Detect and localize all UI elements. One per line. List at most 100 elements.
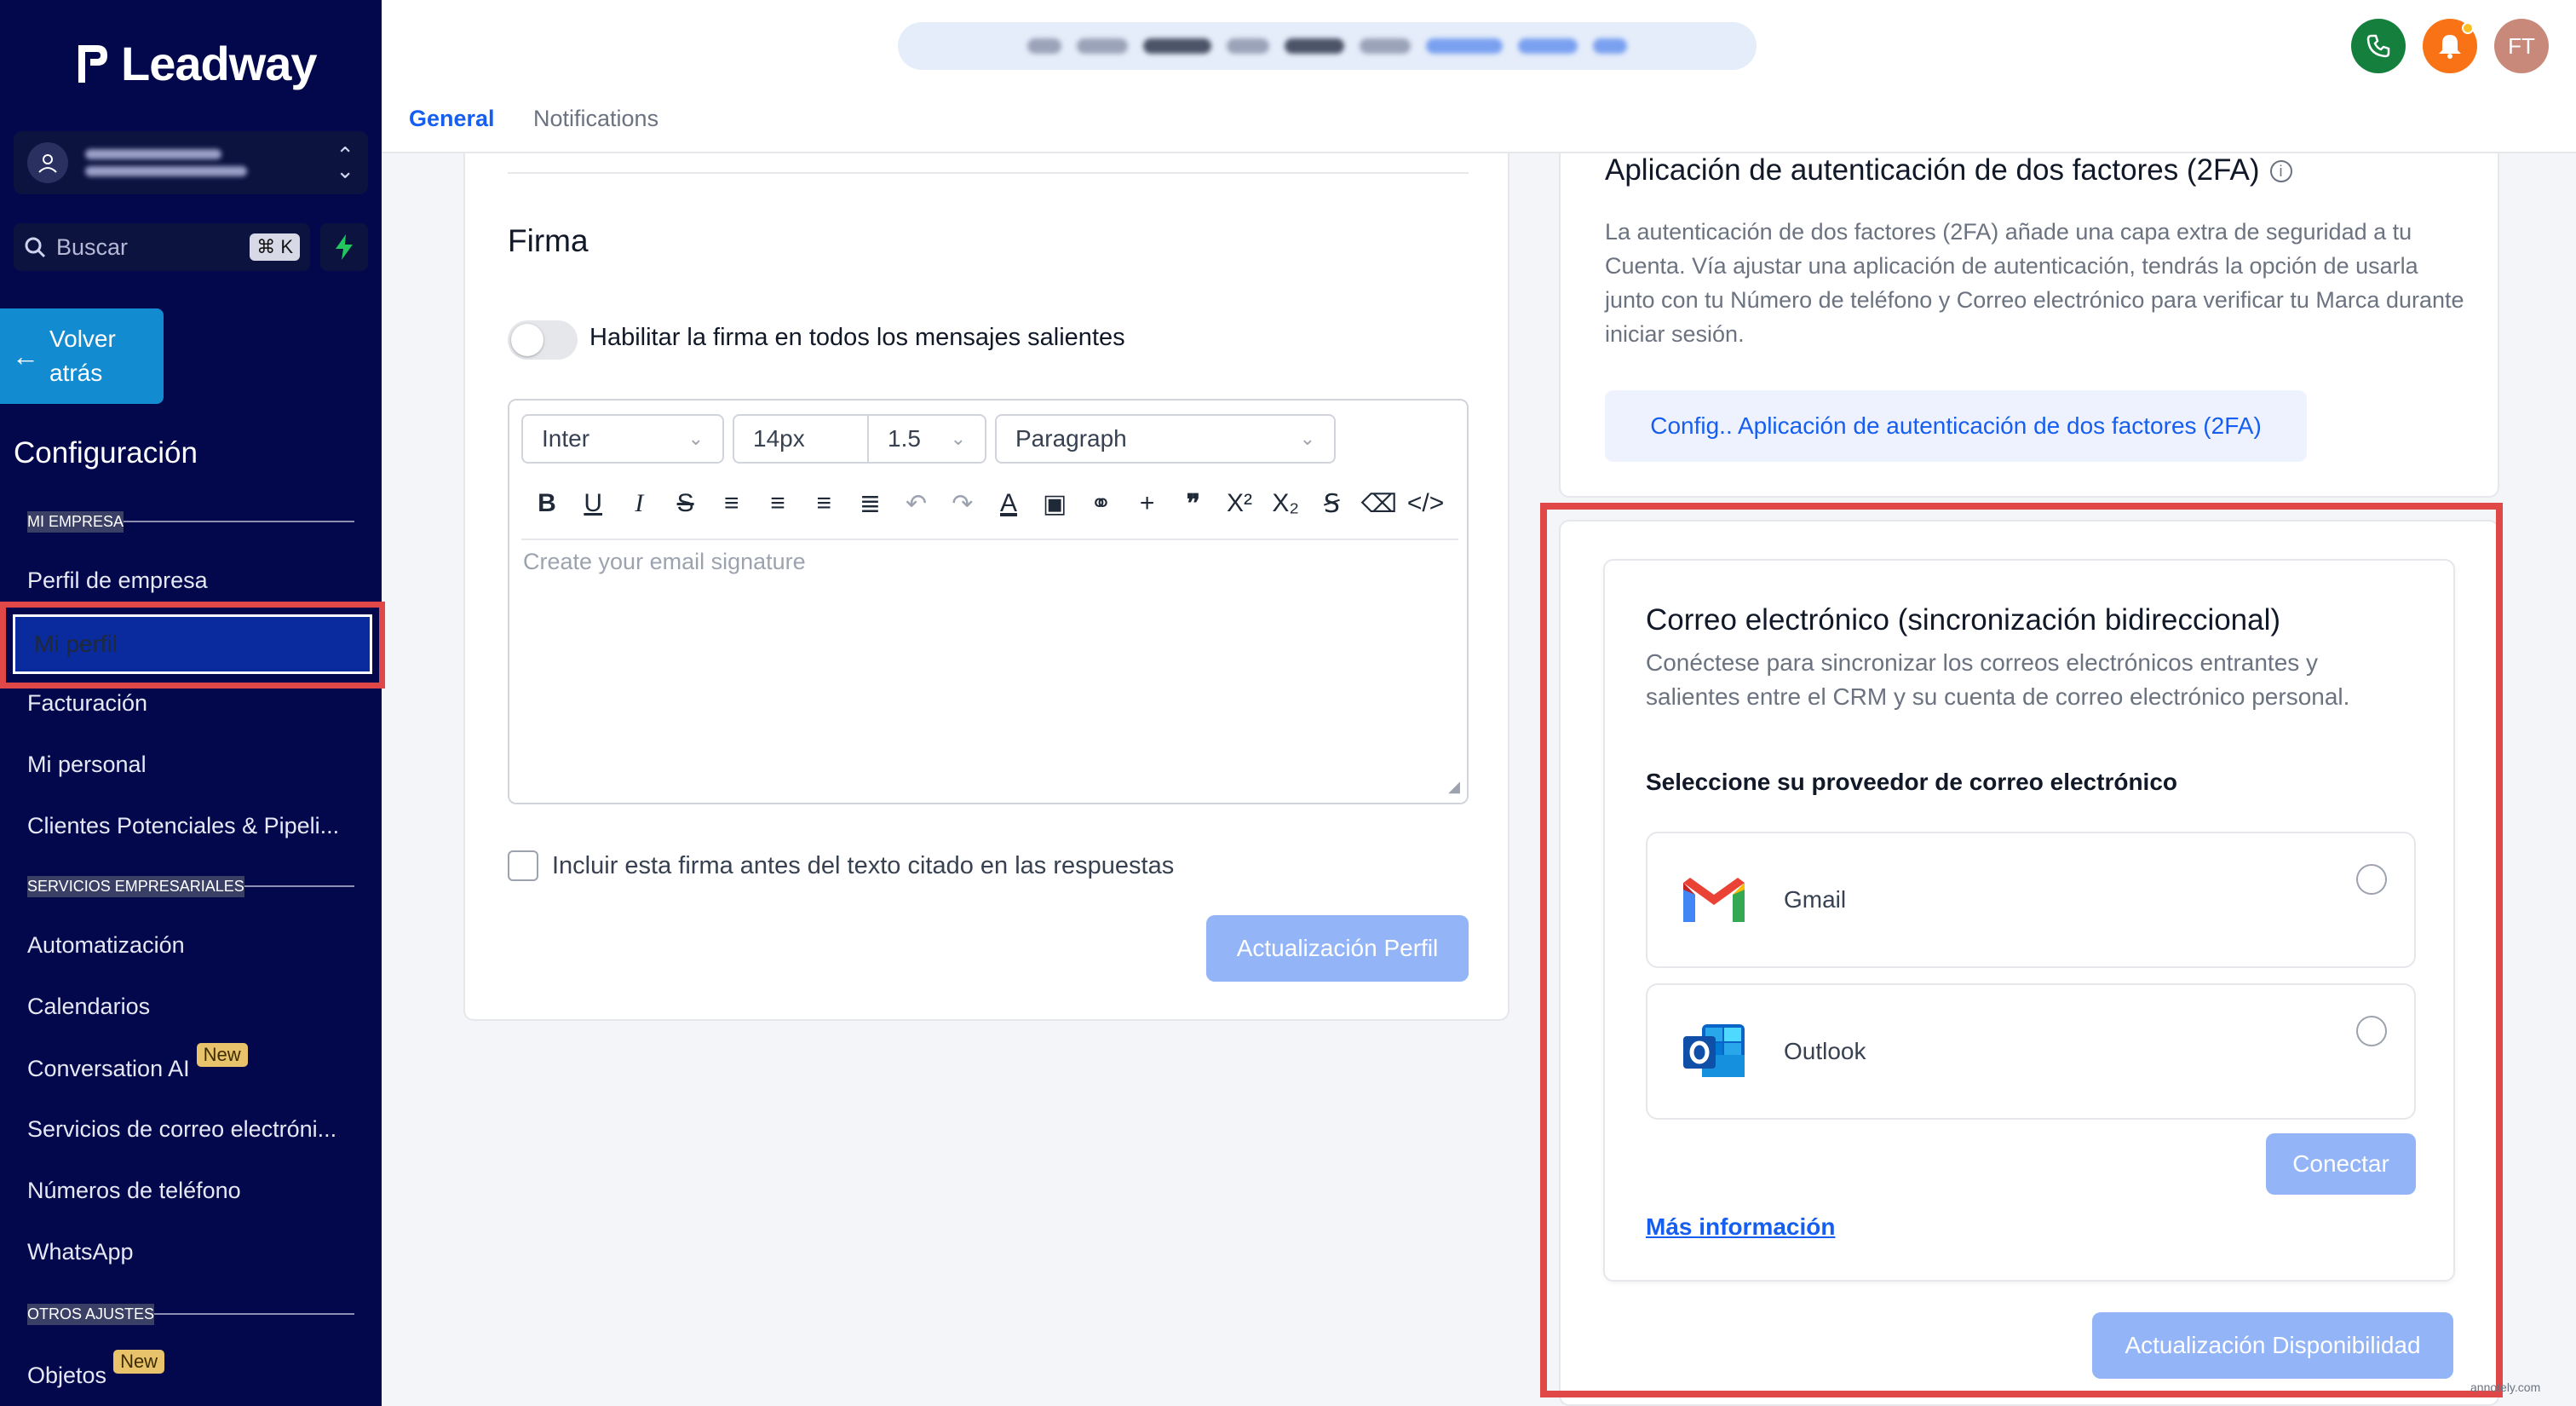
strikethrough-icon[interactable]: S (669, 489, 703, 518)
sidebar-item-facturacion[interactable]: Facturación (27, 690, 147, 717)
sidebar-item-mi-personal[interactable]: Mi personal (27, 752, 147, 778)
clear-format-icon[interactable]: Ꞩ (1314, 489, 1348, 519)
include-signature-label: Incluir esta firma antes del texto citad… (552, 852, 1175, 879)
image-icon[interactable]: ▣ (1038, 489, 1072, 519)
font-size-select[interactable]: 14px (733, 414, 867, 464)
search-icon (25, 237, 46, 258)
tab-notifications[interactable]: Notifications (533, 106, 658, 132)
outlook-icon (1683, 1024, 1745, 1077)
signature-textarea[interactable]: Create your email signature (523, 549, 806, 575)
subscript-icon[interactable]: X₂ (1268, 489, 1302, 518)
sidebar-item-automatizacion[interactable]: Automatización (27, 932, 185, 959)
top-bar: General Notifications FT (382, 0, 2576, 153)
chevron-down-icon: ⌄ (1299, 428, 1315, 449)
connect-button[interactable]: Conectar (2266, 1133, 2416, 1195)
back-label-2: atrás (49, 360, 103, 386)
include-signature-checkbox[interactable] (508, 850, 538, 881)
bell-icon (2439, 35, 2461, 59)
search-shortcut: ⌘ K (250, 233, 300, 261)
sidebar-item-calendarios[interactable]: Calendarios (27, 994, 150, 1020)
user-icon (27, 142, 68, 183)
redo-icon[interactable]: ↷ (946, 489, 980, 519)
gmail-radio[interactable] (2356, 864, 2387, 895)
two-fa-card: Aplicación de autenticación de dos facto… (1559, 153, 2499, 498)
update-profile-button[interactable]: Actualización Perfil (1206, 915, 1469, 982)
info-icon[interactable]: i (2269, 160, 2292, 182)
two-fa-title: Aplicación de autenticación de dos facto… (1605, 153, 2292, 187)
provider-name: Gmail (1784, 886, 1847, 913)
user-avatar[interactable]: FT (2494, 19, 2549, 73)
leadway-logo-icon (78, 44, 107, 83)
editor-toolbar: B U I S ≡ ≡ ≡ ≣ ↶ ↷ A ▣ ⚭ + ❞ X² X₂ Ꞩ ⌫ … (521, 482, 1450, 525)
email-sync-card: Correo electrónico (sincronización bidir… (1603, 559, 2455, 1282)
setup-2fa-button[interactable]: Config.. Aplicación de autenticación de … (1605, 390, 2307, 462)
underline-icon[interactable]: U (576, 489, 610, 518)
new-badge: New (196, 1043, 248, 1067)
sidebar-item-perfil-empresa[interactable]: Perfil de empresa (27, 568, 208, 594)
section-otros: OTROS AJUSTES (27, 1303, 354, 1325)
chevron-down-icon: ⌄ (687, 428, 704, 449)
section-label: MI EMPRESA (27, 510, 124, 533)
brand-logo[interactable]: Leadway (72, 36, 318, 91)
provider-gmail[interactable]: Gmail (1646, 832, 2416, 968)
italic-icon[interactable]: I (622, 489, 656, 518)
back-button[interactable]: ← Volver atrás (0, 308, 164, 404)
quick-action-button[interactable] (320, 223, 368, 271)
text-color-icon[interactable]: A (992, 489, 1026, 518)
signature-title: Firma (508, 223, 589, 258)
quote-icon[interactable]: ❞ (1176, 489, 1210, 519)
settings-title: Configuración (14, 436, 198, 470)
bold-icon[interactable]: B (530, 489, 564, 518)
plus-icon[interactable]: + (1130, 489, 1164, 518)
align-left-icon[interactable]: ≡ (715, 489, 749, 518)
provider-name: Outlook (1784, 1038, 1866, 1064)
notification-dot (2462, 22, 2474, 34)
superscript-icon[interactable]: X² (1222, 489, 1256, 518)
notifications-button[interactable] (2423, 19, 2477, 73)
back-label-1: Volver (49, 326, 116, 352)
signature-editor: Inter ⌄ 14px 1.5 ⌄ Paragraph ⌄ B U I S ≡ ≡ … (508, 399, 1469, 804)
block-type-select[interactable]: Paragraph ⌄ (995, 414, 1336, 464)
resize-handle-icon[interactable]: ◢ (1448, 778, 1460, 796)
email-sync-title: Correo electrónico (sincronización bidir… (1646, 603, 2281, 637)
align-center-icon[interactable]: ≡ (761, 489, 795, 518)
provider-label: Seleccione su proveedor de correo electr… (1646, 769, 2177, 795)
section-mi-empresa: MI EMPRESA (27, 510, 354, 533)
sidebar-item-clientes[interactable]: Clientes Potenciales & Pipeli... (27, 813, 339, 839)
arrow-left-icon: ← (12, 340, 39, 372)
redacted-banner (898, 22, 1757, 70)
sidebar-item-numeros[interactable]: Números de teléfono (27, 1178, 241, 1204)
search-box[interactable]: Buscar ⌘ K (14, 223, 310, 271)
sidebar-item-conversation-ai[interactable]: Conversation AINew (27, 1043, 248, 1082)
align-justify-icon[interactable]: ≣ (853, 489, 887, 519)
undo-icon[interactable]: ↶ (900, 489, 934, 519)
more-info-link[interactable]: Más información (1646, 1213, 1835, 1241)
sidebar-item-servicios-correo[interactable]: Servicios de correo electróni... (27, 1116, 336, 1143)
eraser-icon[interactable]: ⌫ (1361, 489, 1397, 519)
provider-outlook[interactable]: Outlook (1646, 983, 2416, 1120)
sidebar-item-mi-perfil[interactable]: Mi perfil (13, 614, 372, 674)
align-right-icon[interactable]: ≡ (807, 489, 841, 518)
code-icon[interactable]: </> (1407, 489, 1444, 518)
signature-toggle-label: Habilitar la firma en todos los mensajes… (589, 324, 1125, 351)
watermark: annotely.com (2470, 1380, 2541, 1394)
new-badge: New (113, 1350, 165, 1374)
tab-general[interactable]: General (409, 106, 495, 132)
line-height-select[interactable]: 1.5 ⌄ (867, 414, 986, 464)
outlook-radio[interactable] (2356, 1016, 2387, 1046)
font-family-select[interactable]: Inter ⌄ (521, 414, 724, 464)
sidebar-item-objetos[interactable]: ObjetosNew (27, 1350, 165, 1389)
lightning-icon (336, 234, 353, 260)
link-icon[interactable]: ⚭ (1084, 489, 1118, 519)
signature-toggle[interactable] (508, 320, 578, 360)
chevron-updown-icon: ⌃ ⌄ (336, 142, 354, 183)
section-label: SERVICIOS EMPRESARIALES (27, 875, 244, 897)
chevron-down-icon: ⌄ (950, 428, 966, 449)
phone-button[interactable] (2351, 19, 2406, 73)
update-availability-button[interactable]: Actualización Disponibilidad (2092, 1312, 2453, 1379)
account-switcher[interactable]: ⌃ ⌄ (14, 131, 368, 194)
sidebar-item-whatsapp[interactable]: WhatsApp (27, 1239, 134, 1265)
phone-icon (2366, 34, 2390, 58)
gmail-icon (1683, 878, 1745, 922)
search-placeholder: Buscar (56, 233, 129, 260)
